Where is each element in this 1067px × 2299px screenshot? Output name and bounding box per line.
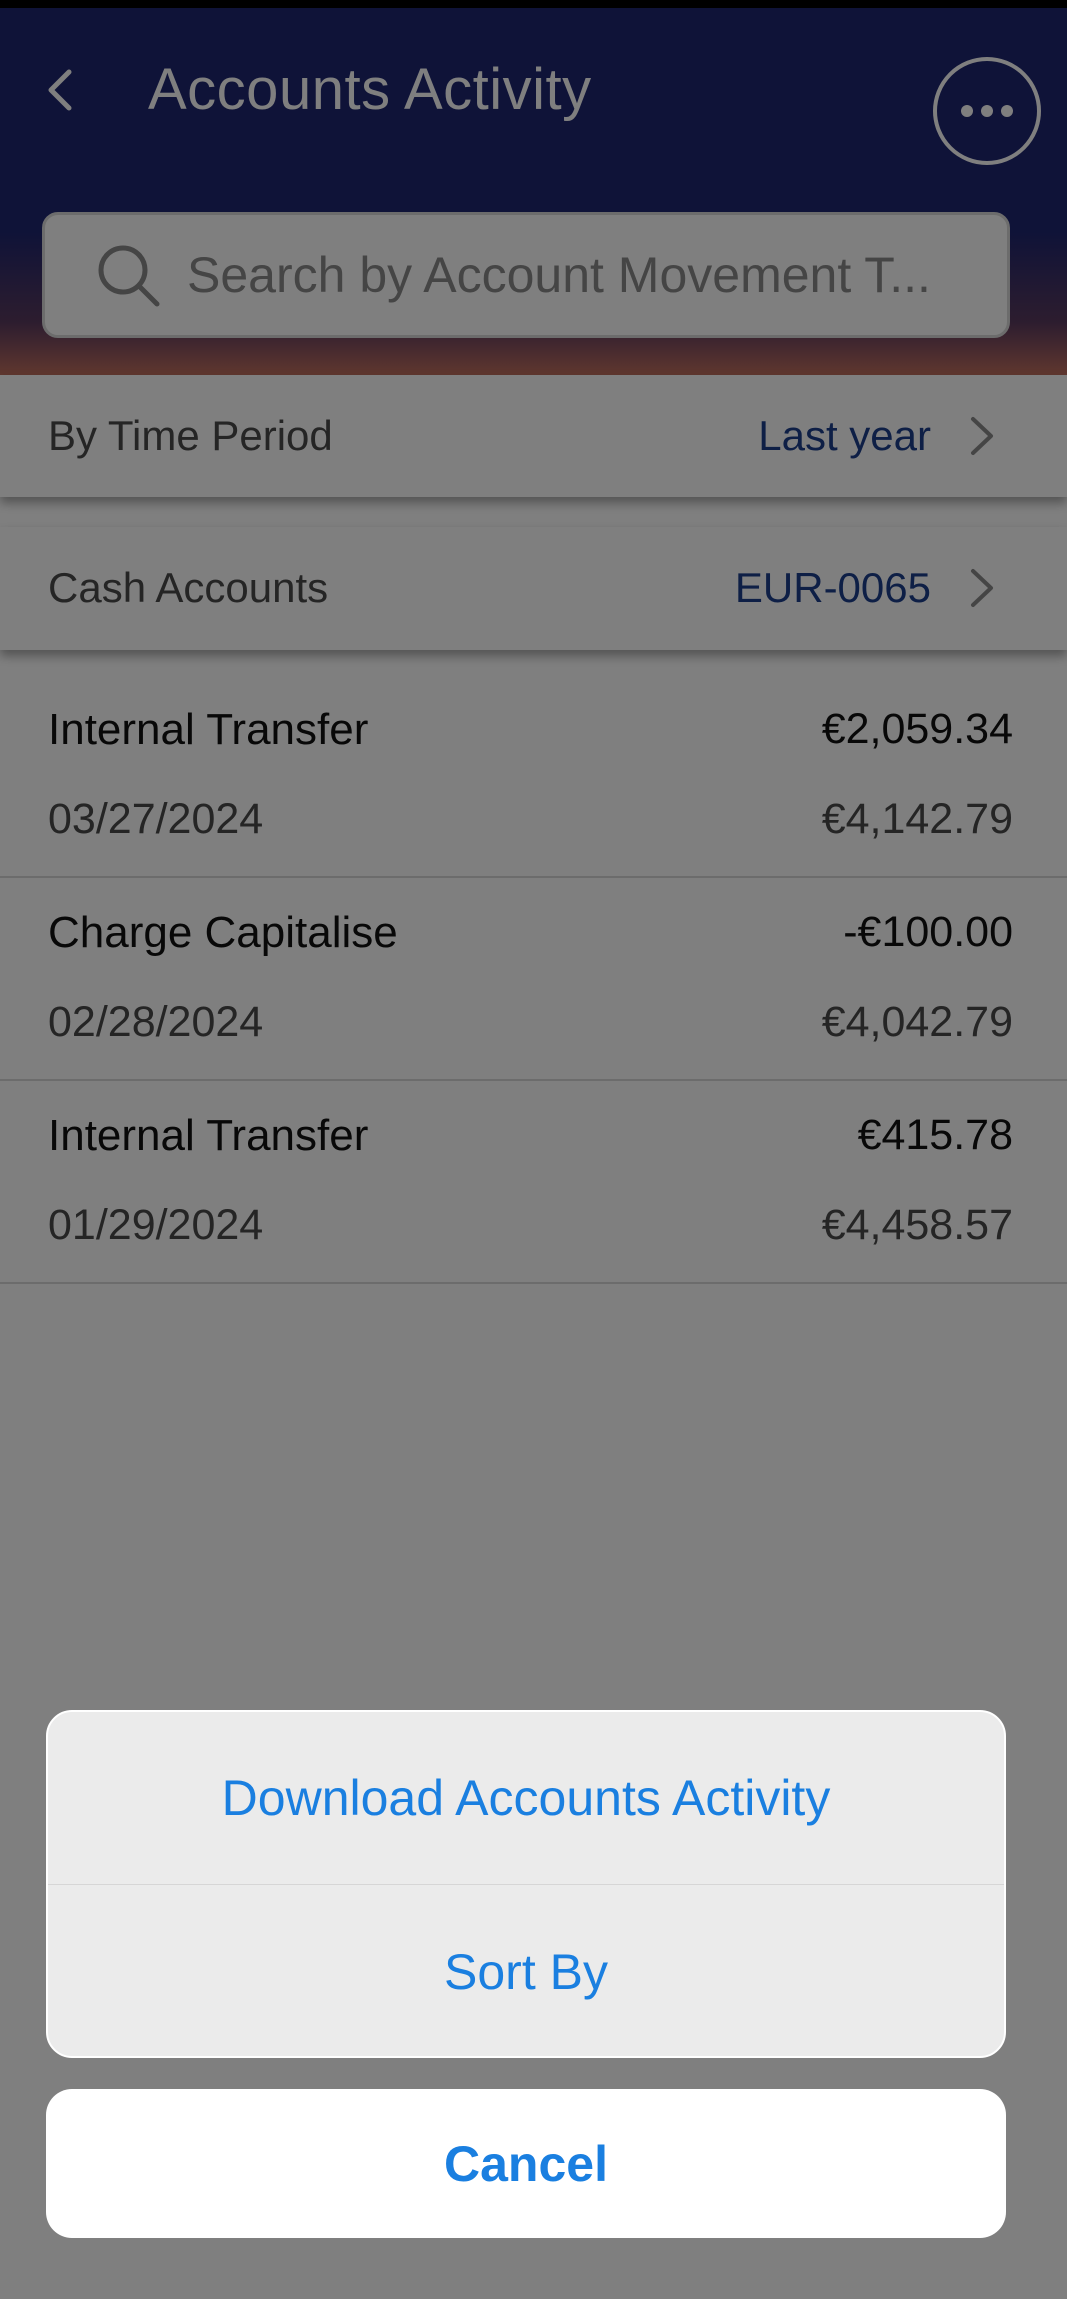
cancel-button[interactable]: Cancel — [46, 2089, 1006, 2238]
divider — [48, 1884, 1004, 1885]
download-accounts-activity-button[interactable]: Download Accounts Activity — [48, 1712, 1004, 1884]
status-bar-strip — [0, 0, 1067, 8]
sort-by-button[interactable]: Sort By — [48, 1886, 1004, 2056]
action-sheet: Download Accounts Activity Sort By — [46, 1710, 1006, 2058]
